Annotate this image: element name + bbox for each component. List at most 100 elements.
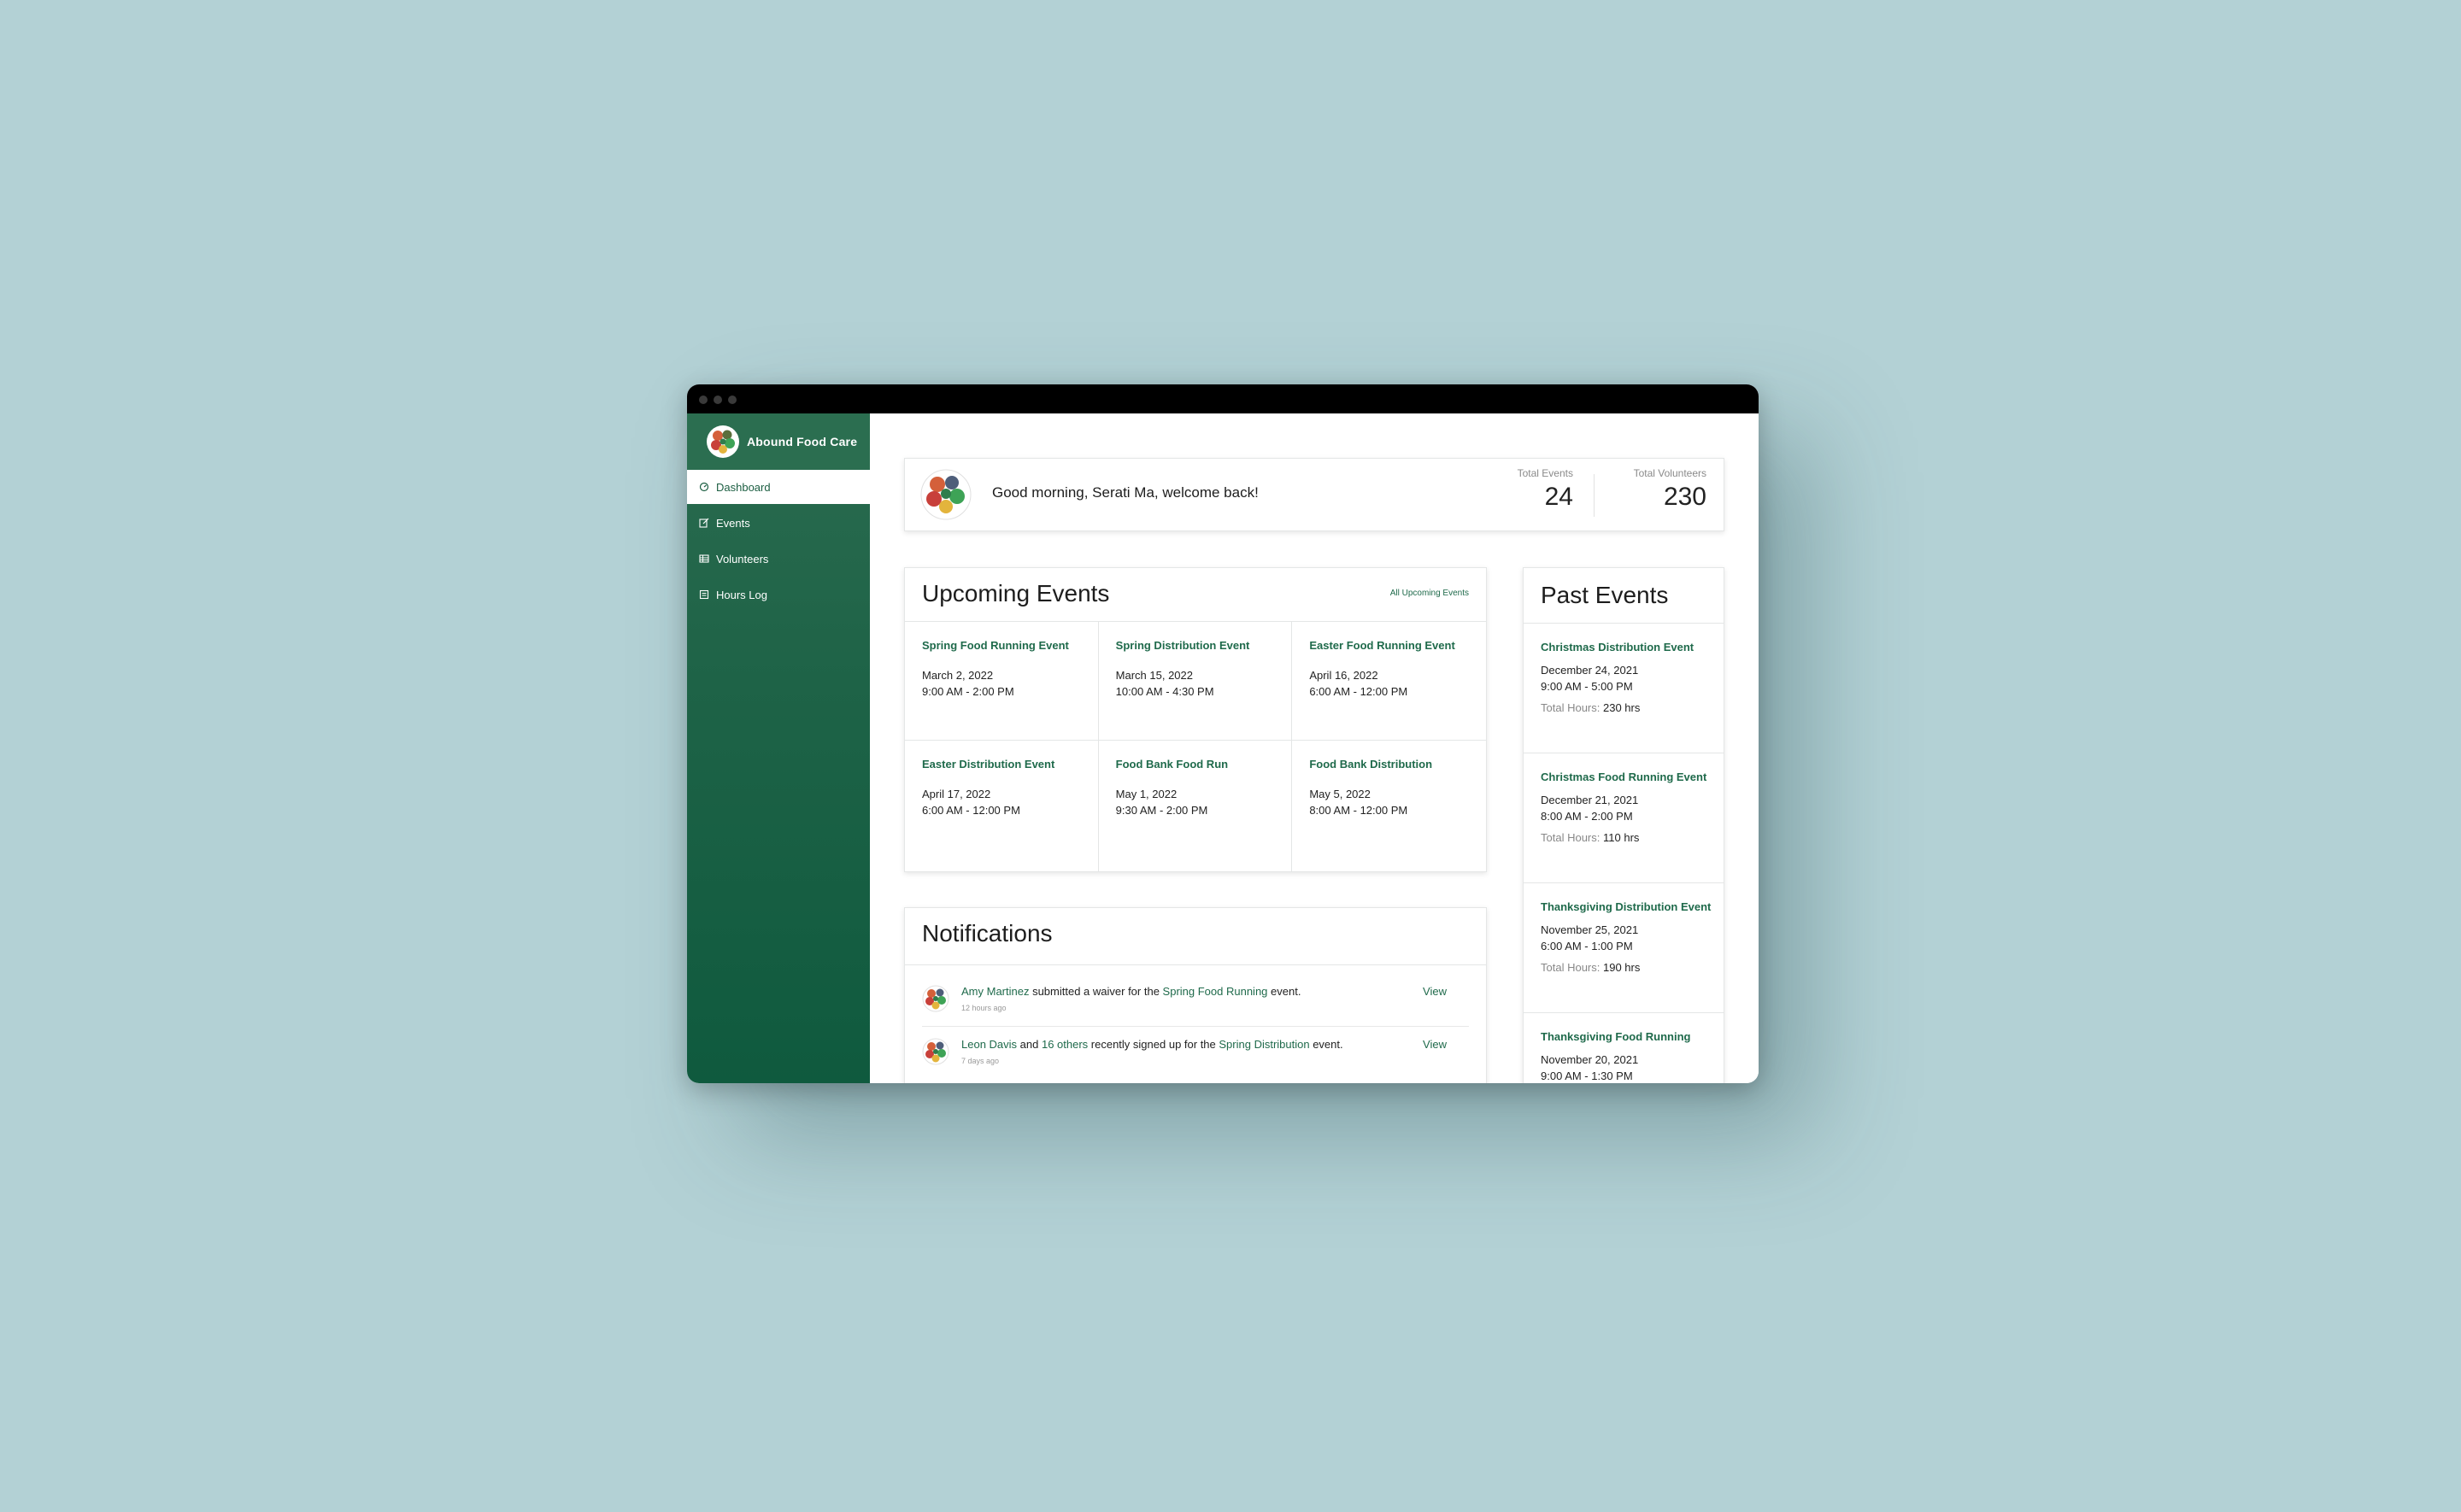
notification-text: Amy Martinez submitted a waiver for the … [961,985,1301,998]
total-hours-label: Total Hours: [1541,831,1601,844]
event-name[interactable]: Thanksgiving Distribution Event [1541,900,1711,913]
view-button[interactable]: View [1423,985,1447,998]
stat-value: 24 [1544,483,1573,511]
upcoming-events-title: Upcoming Events [922,580,1110,607]
event-date: November 25, 2021 [1541,923,1639,936]
avatar [922,985,949,1012]
event-name[interactable]: Easter Distribution Event [922,758,1081,771]
notifications-card: Notifications Amy Martinez submitted a w… [904,907,1487,1083]
event-time: 8:00 AM - 12:00 PM [1309,804,1408,817]
view-button[interactable]: View [1423,1038,1447,1051]
logo-icon [707,425,739,458]
event-date: March 15, 2022 [1115,669,1193,682]
notification-time: 12 hours ago [961,1004,1007,1012]
greeting-text: Good morning, Serati Ma, welcome back! [992,484,1259,501]
total-hours-label: Total Hours: [1541,961,1601,974]
total-hours-label: Total Hours: [1541,701,1601,714]
sidebar-item-label: Hours Log [716,588,767,601]
window-controls [699,396,737,404]
dashboard-icon [699,482,709,492]
all-upcoming-events-link[interactable]: All Upcoming Events [1390,589,1469,598]
event-name[interactable]: Food Bank Distribution [1309,758,1469,771]
event-link[interactable]: Spring Food Running [1163,985,1268,998]
event-tile[interactable]: Easter Distribution Event April 17, 2022… [905,741,1099,871]
event-name[interactable]: Thanksgiving Food Running [1541,1030,1706,1043]
event-name[interactable]: Food Bank Food Run [1116,758,1275,771]
event-date: December 21, 2021 [1541,794,1639,806]
past-events-card: Past Events Christmas Distribution Event… [1523,567,1724,1083]
event-tile[interactable]: Food Bank Food Run May 1, 2022 9:30 AM -… [1099,741,1293,871]
past-event-item[interactable]: Christmas Distribution Event December 24… [1524,623,1724,753]
event-name[interactable]: Spring Distribution Event [1116,639,1275,652]
event-time: 6:00 AM - 12:00 PM [1309,685,1408,698]
total-hours-value: 230 hrs [1603,701,1641,714]
sidebar-item-label: Dashboard [716,480,771,494]
notification-time: 7 days ago [961,1057,1000,1065]
sidebar-item-volunteers[interactable]: Volunteers [687,542,870,576]
divider [905,964,1486,965]
browser-window: Abound Food Care Dashboard Events Volunt… [687,384,1759,1083]
minimize-dot[interactable] [714,396,722,404]
sidebar-item-dashboard[interactable]: Dashboard [687,470,870,504]
event-time: 10:00 AM - 4:30 PM [1115,685,1214,698]
event-time: 9:00 AM - 5:00 PM [1541,680,1633,693]
sidebar: Abound Food Care Dashboard Events Volunt… [687,413,870,1083]
avatar [922,1038,949,1065]
event-date: April 17, 2022 [922,788,991,800]
notification-text-part: and [1017,1038,1042,1051]
sidebar-item-hours-log[interactable]: Hours Log [687,577,870,612]
user-link[interactable]: Leon Davis [961,1038,1017,1051]
sidebar-item-events[interactable]: Events [687,506,870,540]
event-name[interactable]: Easter Food Running Event [1309,639,1469,652]
user-link[interactable]: Amy Martinez [961,985,1029,998]
notification-text-part: event. [1267,985,1301,998]
stat-value: 230 [1663,483,1706,511]
stat-label: Total Volunteers [1633,467,1706,479]
event-date: December 24, 2021 [1541,664,1639,677]
event-time: 8:00 AM - 2:00 PM [1541,810,1633,823]
total-hours: Total Hours: 230 hrs [1541,701,1706,714]
notifications-title: Notifications [922,920,1053,946]
close-dot[interactable] [699,396,708,404]
others-link[interactable]: 16 others [1042,1038,1088,1051]
welcome-card: Good morning, Serati Ma, welcome back! T… [904,458,1724,531]
brand[interactable]: Abound Food Care [687,413,870,470]
notification-text: Leon Davis and 16 others recently signed… [961,1038,1343,1051]
notification-item: Leon Davis and 16 others recently signed… [922,1036,1469,1081]
app-body: Abound Food Care Dashboard Events Volunt… [687,413,1759,1083]
sidebar-item-label: Volunteers [716,552,769,566]
event-link[interactable]: Spring Distribution [1219,1038,1309,1051]
total-events-stat: Total Events 24 [1518,467,1573,512]
stat-label: Total Events [1517,467,1573,479]
total-hours-value: 190 hrs [1603,961,1641,974]
event-date: May 1, 2022 [1115,788,1178,800]
notification-item: Amy Martinez submitted a waiver for the … [922,983,1469,1028]
event-tile[interactable]: Easter Food Running Event April 16, 2022… [1292,622,1486,741]
past-events-title: Past Events [1541,582,1669,608]
notification-text-part: recently signed up for the [1088,1038,1219,1051]
past-event-item[interactable]: Thanksgiving Food Running November 20, 2… [1524,1012,1724,1083]
event-time: 9:30 AM - 2:00 PM [1115,804,1208,817]
event-tile[interactable]: Spring Food Running Event March 2, 2022 … [905,622,1099,741]
total-hours: Total Hours: 190 hrs [1541,961,1706,974]
sidebar-item-label: Events [716,516,750,530]
maximize-dot[interactable] [728,396,737,404]
past-event-item[interactable]: Christmas Food Running Event December 21… [1524,753,1724,882]
event-name[interactable]: Christmas Distribution Event [1541,641,1706,653]
stat-divider [1594,474,1595,517]
notification-text-part: submitted a waiver for the [1029,985,1163,998]
event-date: March 2, 2022 [922,669,994,682]
event-tile[interactable]: Food Bank Distribution May 5, 2022 8:00 … [1292,741,1486,871]
event-tile[interactable]: Spring Distribution Event March 15, 2022… [1098,622,1293,741]
log-icon [699,589,709,600]
event-name[interactable]: Spring Food Running Event [922,639,1081,652]
event-name[interactable]: Christmas Food Running Event [1541,771,1706,783]
total-hours-value: 110 hrs [1603,831,1640,844]
divider [922,1026,1469,1027]
table-icon [699,554,709,564]
total-volunteers-stat: Total Volunteers 230 [1634,467,1706,512]
event-date: May 5, 2022 [1309,788,1371,800]
past-event-item[interactable]: Thanksgiving Distribution Event November… [1524,882,1724,1012]
total-hours: Total Hours: 110 hrs [1541,831,1706,844]
upcoming-events-grid: Spring Food Running Event March 2, 2022 … [905,621,1486,871]
